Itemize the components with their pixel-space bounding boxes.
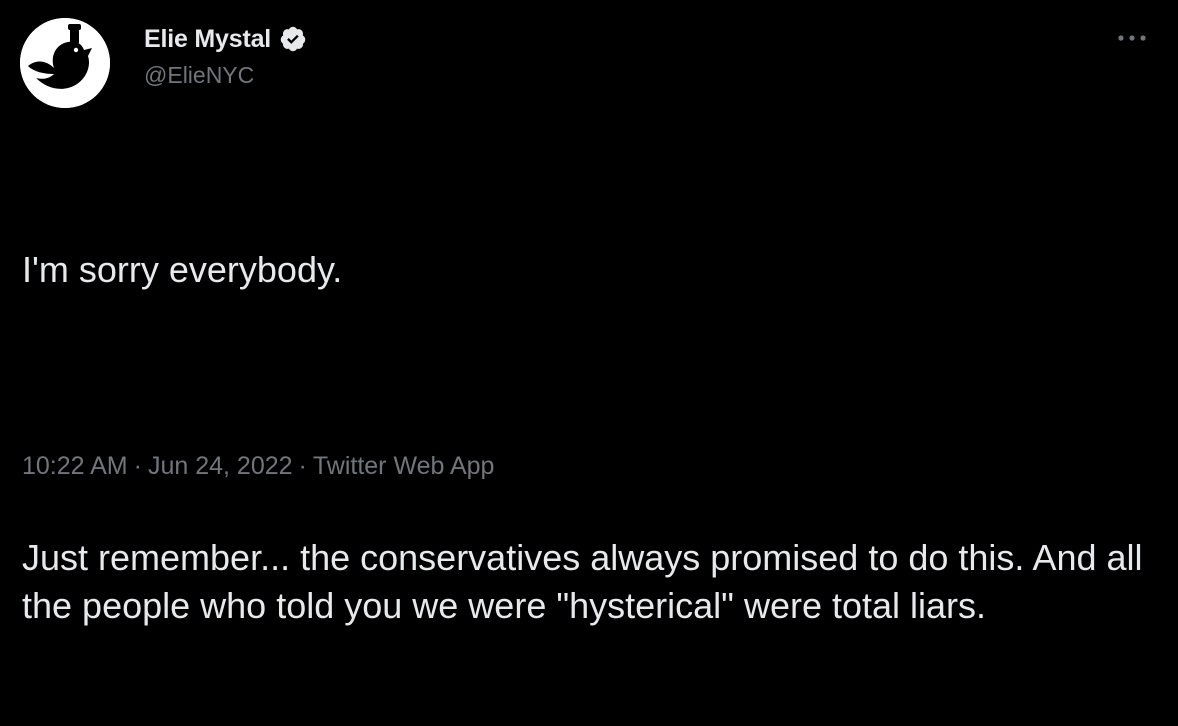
tweet-meta: 10:22 AM · Jun 24, 2022 · Twitter Web Ap… [22, 452, 494, 481]
tweet-date[interactable]: Jun 24, 2022 [148, 452, 293, 481]
tweet-source[interactable]: Twitter Web App [313, 452, 495, 481]
avatar[interactable] [20, 18, 110, 108]
tweet-card: Elie Mystal @ElieNYC I'm sorry everybody… [0, 0, 1178, 626]
tweet-paragraph-2: Just remember... the conservatives alway… [22, 537, 1153, 626]
meta-separator: · [133, 452, 142, 480]
display-name-row: Elie Mystal [144, 20, 307, 58]
tweet-header: Elie Mystal @ElieNYC [20, 18, 1158, 108]
more-options-icon[interactable] [1114, 26, 1150, 50]
author-names: Elie Mystal @ElieNYC [144, 20, 307, 89]
author-handle[interactable]: @ElieNYC [144, 62, 307, 89]
bird-with-raised-fist-avatar-icon [20, 18, 110, 108]
meta-separator: · [298, 452, 307, 480]
tweet-paragraph-1: I'm sorry everybody. [22, 249, 343, 290]
verified-badge-icon [279, 25, 307, 53]
tweet-time[interactable]: 10:22 AM [22, 452, 128, 481]
tweet-text: I'm sorry everybody. Just remember... th… [22, 150, 1162, 726]
display-name[interactable]: Elie Mystal [144, 25, 271, 54]
